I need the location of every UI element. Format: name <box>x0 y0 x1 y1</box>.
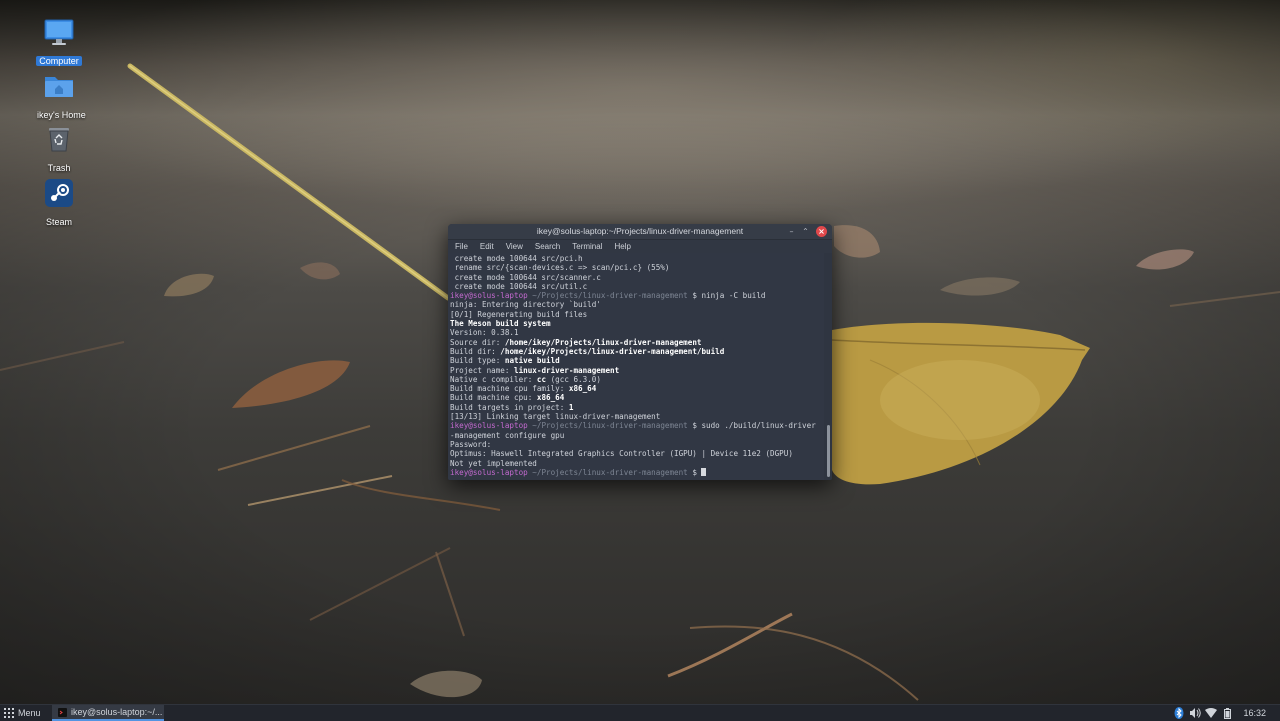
line-key: Native c compiler: <box>450 374 537 384</box>
prompt-user: ikey@solus-laptop <box>450 291 528 301</box>
menu-help[interactable]: Help <box>613 242 631 251</box>
line-value: native build <box>504 356 560 366</box>
terminal-window[interactable]: ikey@solus-laptop:~/Projects/linux-drive… <box>448 224 832 480</box>
terminal-icon <box>58 707 67 717</box>
menu-view[interactable]: View <box>505 242 524 251</box>
terminal-line: Version: 0.38.1 <box>450 328 519 338</box>
home-folder-icon <box>45 77 73 97</box>
terminal-line: Not yet implemented <box>450 458 537 468</box>
scrollbar-thumb[interactable] <box>827 425 830 477</box>
maximize-icon[interactable]: ⌃ <box>800 226 811 237</box>
prompt-command: $ sudo ./build/linux-driver <box>692 421 816 431</box>
prompt-command: $ <box>692 467 702 477</box>
volume-icon[interactable] <box>1187 705 1203 721</box>
prompt-path: ~/Projects/linux-driver-management <box>527 421 693 431</box>
line-rest: (gcc 6.3.0) <box>546 374 601 384</box>
terminal-line: Build machine cpu: x86_64 <box>450 393 822 402</box>
menu-edit[interactable]: Edit <box>479 242 495 251</box>
terminal-line: Native c compiler: cc (gcc 6.3.0) <box>450 375 822 384</box>
terminal-prompt: ikey@solus-laptop ~/Projects/linux-drive… <box>450 467 822 477</box>
desktop-icon-label: Steam <box>45 217 72 227</box>
terminal-line: -management configure gpu <box>450 430 565 440</box>
terminal-line: [0/1] Regenerating build files <box>450 309 588 319</box>
terminal-line: The Meson build system <box>450 319 551 329</box>
line-key: Build dir: <box>450 346 501 356</box>
minimize-icon[interactable]: – <box>786 226 797 237</box>
system-tray: 16:32 <box>1171 705 1280 721</box>
terminal-line: Password: <box>450 439 492 449</box>
line-key: Project name: <box>450 365 515 375</box>
line-key: Build targets in project: <box>450 402 569 412</box>
trash-icon <box>49 128 69 152</box>
prompt-command: $ ninja -C build <box>692 291 766 301</box>
line-value: 1 <box>568 402 574 412</box>
terminal-output[interactable]: create mode 100644 src/pci.h rename src/… <box>448 253 824 480</box>
desktop-icon-computer[interactable]: Computer <box>34 16 84 68</box>
wifi-icon[interactable] <box>1203 705 1219 721</box>
line-key: Build type: <box>450 356 505 366</box>
battery-icon[interactable] <box>1219 705 1235 721</box>
terminal-line: Project name: linux-driver-management <box>450 366 822 375</box>
menu-terminal[interactable]: Terminal <box>571 242 603 251</box>
desktop-icon-trash[interactable]: Trash <box>34 123 84 175</box>
terminal-cursor <box>701 467 707 476</box>
prompt-user: ikey@solus-laptop <box>450 421 528 431</box>
terminal-line: create mode 100644 src/scanner.c <box>450 272 601 282</box>
line-value: /home/ikey/Projects/linux-driver-managem… <box>504 337 702 347</box>
line-key: Build machine cpu: <box>450 393 537 403</box>
close-icon[interactable]: × <box>816 226 827 237</box>
line-key: Build machine cpu family: <box>450 384 569 394</box>
bottom-panel: Menu ikey@solus-laptop:~/... 16:32 <box>0 704 1280 721</box>
window-titlebar[interactable]: ikey@solus-laptop:~/Projects/linux-drive… <box>448 224 832 240</box>
desktop-icon-label: Computer <box>36 56 82 66</box>
prompt-path: ~/Projects/linux-driver-management <box>527 467 693 477</box>
menu-button[interactable]: Menu <box>4 707 41 719</box>
terminal-line: Build dir: /home/ikey/Projects/linux-dri… <box>450 347 822 356</box>
terminal-prompt: ikey@solus-laptop ~/Projects/linux-drive… <box>450 291 822 300</box>
terminal-line: create mode 100644 src/util.c <box>450 281 588 291</box>
line-value: linux-driver-management <box>514 365 620 375</box>
task-label: ikey@solus-laptop:~/... <box>71 707 163 717</box>
terminal-line: Optimus: Haswell Integrated Graphics Con… <box>450 449 793 459</box>
desktop-icon-label: Trash <box>47 163 71 173</box>
terminal-line: Build type: native build <box>450 356 822 365</box>
terminal-line: create mode 100644 src/pci.h <box>450 254 583 263</box>
terminal-line: Build targets in project: 1 <box>450 403 822 412</box>
menu-search[interactable]: Search <box>534 242 561 251</box>
line-value: cc <box>536 374 547 384</box>
desktop-icon-steam[interactable]: Steam <box>34 177 84 229</box>
desktop-icon-label: ikey's Home <box>37 110 86 120</box>
computer-icon <box>44 19 74 45</box>
clock[interactable]: 16:32 <box>1235 708 1280 718</box>
line-value: /home/ikey/Projects/linux-driver-managem… <box>500 346 725 356</box>
prompt-path: ~/Projects/linux-driver-management <box>527 291 693 301</box>
line-value: x86_64 <box>568 384 597 394</box>
line-value: x86_64 <box>536 393 565 403</box>
terminal-prompt: ikey@solus-laptop ~/Projects/linux-drive… <box>450 421 822 430</box>
terminal-line: ninja: Entering directory `build' <box>450 300 601 310</box>
steam-icon <box>45 179 73 207</box>
prompt-user: ikey@solus-laptop <box>450 467 528 477</box>
terminal-line: rename src/{scan-devices.c => scan/pci.c… <box>450 263 670 273</box>
terminal-menubar: File Edit View Search Terminal Help <box>448 240 832 253</box>
taskbar-item-terminal[interactable]: ikey@solus-laptop:~/... <box>52 705 164 721</box>
app-grid-icon <box>4 708 14 718</box>
terminal-scrollbar[interactable] <box>824 253 832 480</box>
terminal-line: Build machine cpu family: x86_64 <box>450 384 822 393</box>
menu-file[interactable]: File <box>454 242 469 251</box>
terminal-line: Source dir: /home/ikey/Projects/linux-dr… <box>450 338 822 347</box>
window-title: ikey@solus-laptop:~/Projects/linux-drive… <box>536 226 744 236</box>
terminal-line: [13/13] Linking target linux-driver-mana… <box>450 412 661 422</box>
bluetooth-icon[interactable] <box>1171 705 1187 721</box>
line-key: Source dir: <box>450 337 505 347</box>
menu-label: Menu <box>18 708 41 718</box>
desktop-icon-home[interactable]: ikey's Home <box>34 70 86 122</box>
